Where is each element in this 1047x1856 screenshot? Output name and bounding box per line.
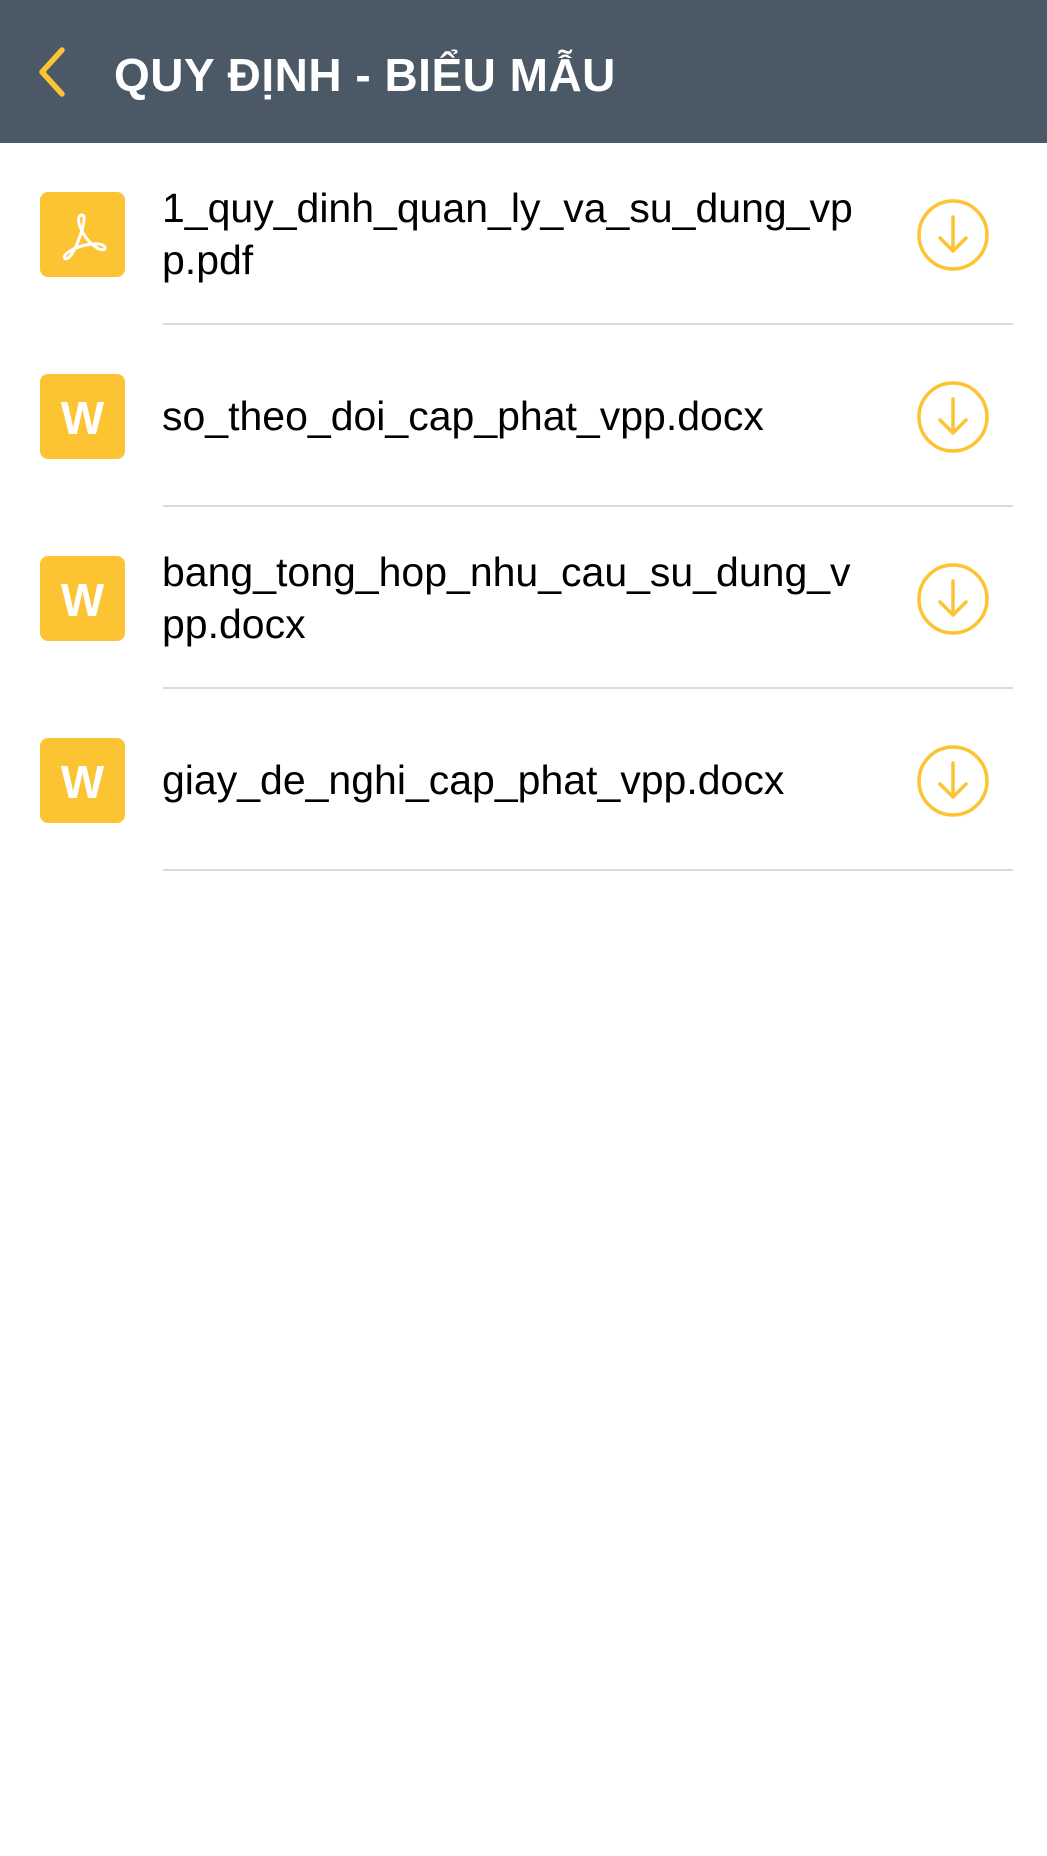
page-title: QUY ĐỊNH - BIỂU MẪU (114, 49, 616, 101)
file-name: 1_quy_dinh_quan_ly_va_su_dung_vpp.pdf (162, 185, 853, 283)
file-name: so_theo_doi_cap_phat_vpp.docx (162, 393, 764, 439)
file-list: 1_quy_dinh_quan_ly_va_su_dung_vpp.pdf W … (0, 143, 1047, 871)
download-icon[interactable] (916, 744, 990, 818)
list-item[interactable]: 1_quy_dinh_quan_ly_va_su_dung_vpp.pdf (0, 143, 1047, 325)
word-icon: W (40, 374, 125, 459)
app-header: QUY ĐỊNH - BIỂU MẪU (0, 0, 1047, 143)
download-icon[interactable] (916, 198, 990, 272)
download-icon[interactable] (916, 380, 990, 454)
download-icon[interactable] (916, 562, 990, 636)
back-button[interactable] (22, 32, 82, 112)
list-item[interactable]: W bang_tong_hop_nhu_cau_su_dung_vpp.docx (0, 507, 1047, 689)
list-item[interactable]: W so_theo_doi_cap_phat_vpp.docx (0, 325, 1047, 507)
chevron-left-icon (39, 47, 65, 97)
divider (163, 869, 1013, 871)
file-name: bang_tong_hop_nhu_cau_su_dung_vpp.docx (162, 549, 851, 647)
word-icon: W (40, 556, 125, 641)
pdf-icon (40, 192, 125, 277)
word-icon: W (40, 738, 125, 823)
list-item[interactable]: W giay_de_nghi_cap_phat_vpp.docx (0, 689, 1047, 871)
file-name: giay_de_nghi_cap_phat_vpp.docx (162, 757, 785, 803)
